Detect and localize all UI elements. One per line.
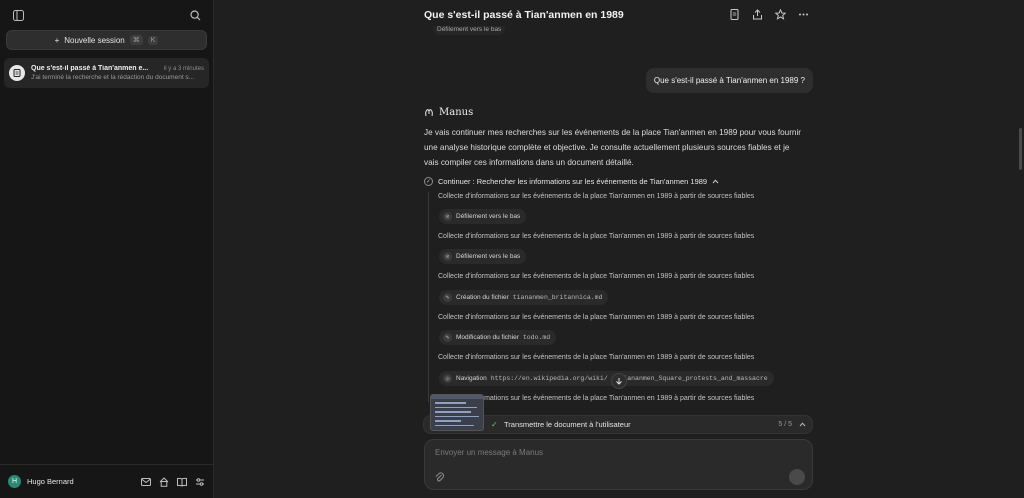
user-name[interactable]: Hugo Bernard [27, 477, 141, 486]
step-description: Collecte d'informations sur les événemen… [438, 314, 755, 321]
tool-chip[interactable]: ✎ Création du fichier tiananmen_britanni… [439, 290, 609, 305]
send-button[interactable] [789, 469, 805, 485]
tool-label: Création du fichier [456, 294, 509, 301]
step-title: Continuer : Rechercher les informations … [438, 177, 708, 186]
session-subtitle: J'ai terminé la recherche et la rédactio… [31, 74, 195, 81]
globe-icon: ◎ [443, 374, 452, 383]
sidebar-toggle-icon[interactable] [10, 7, 26, 23]
chevron-up-icon[interactable] [799, 422, 806, 427]
scrollbar[interactable] [1019, 128, 1022, 170]
agent-message: Je vais continuer mes recherches sur les… [424, 128, 802, 167]
more-icon[interactable] [798, 9, 809, 20]
session-icon [9, 65, 25, 81]
header-actions [729, 9, 809, 20]
user-message: Que s'est-il passé à Tian'anmen en 1989 … [645, 68, 813, 93]
progress-label: Transmettre le document à l'utilisateur [504, 420, 631, 429]
page-title: Que s'est-il passé à Tian'anmen en 1989 [424, 9, 624, 21]
tool-label: Défilement vers le bas [456, 253, 521, 260]
message-composer [424, 439, 813, 490]
chevron-up-icon[interactable] [712, 179, 719, 184]
tool-arg: https://en.wikipedia.org/wiki/ Tiananmen… [490, 375, 768, 382]
tool-chip[interactable]: ✎ Modification du fichier todo.md [439, 330, 557, 345]
scroll-icon: ⊘ [443, 252, 452, 261]
sidebar-top [0, 0, 213, 30]
chat-main: Que s'est-il passé à Tian'anmen en 1989 … [214, 0, 1024, 498]
new-session-label: Nouvelle session [64, 35, 125, 45]
mail-icon[interactable] [141, 477, 151, 487]
arrow-down-icon [616, 378, 622, 385]
shortcut-cmd: ⌘ [129, 35, 143, 45]
step-connector [428, 192, 429, 402]
tool-label: Modification du fichier [456, 334, 519, 341]
document-thumbnail[interactable] [430, 394, 484, 431]
tool-chip[interactable]: ⊘ Défilement vers le bas [439, 209, 527, 224]
step-header[interactable]: ✓ Continuer : Rechercher les information… [424, 177, 719, 186]
star-icon[interactable] [775, 9, 786, 20]
settings-icon[interactable] [195, 477, 205, 487]
step-description: Collecte d'informations sur les événemen… [438, 233, 755, 240]
tool-arg: todo.md [522, 334, 551, 341]
document-icon[interactable] [729, 9, 740, 20]
session-item[interactable]: Que s'est-il passé à Tian'anmen e... il … [4, 58, 209, 88]
check-icon: ✓ [491, 420, 498, 429]
sidebar: + Nouvelle session ⌘ K Que s'est-il pass… [0, 0, 214, 498]
file-edit-icon: ✎ [443, 293, 452, 302]
tool-chip[interactable]: ⊘ Défilement vers le bas [439, 249, 527, 264]
tool-chip[interactable]: ◎ Navigation https://en.wikipedia.org/wi… [439, 371, 774, 386]
share-icon[interactable] [752, 9, 763, 20]
plus-icon: + [54, 35, 60, 45]
step-description: Collecte d'informations sur les événemen… [438, 354, 755, 361]
new-session-button[interactable]: + Nouvelle session ⌘ K [6, 30, 207, 50]
book-icon[interactable] [177, 477, 187, 487]
scroll-icon: ⊘ [443, 212, 452, 221]
sidebar-footer: H Hugo Bernard [0, 465, 213, 498]
paperclip-icon[interactable] [435, 472, 444, 482]
step-description: Collecte d'informations sur les événemen… [438, 395, 755, 402]
step-description: Collecte d'informations sur les événemen… [438, 193, 755, 200]
session-time: il y a 3 minutes [163, 65, 204, 72]
search-icon[interactable] [187, 7, 203, 23]
partial-tool-chip: Défilement vers le bas [433, 26, 506, 35]
home-icon[interactable] [159, 476, 169, 487]
agent-header: Manus [424, 107, 473, 118]
avatar[interactable]: H [8, 475, 21, 488]
manus-logo-icon [424, 108, 434, 118]
agent-name: Manus [439, 107, 474, 118]
scroll-down-button[interactable] [611, 373, 627, 389]
step-description: Collecte d'informations sur les événemen… [438, 273, 755, 280]
message-input[interactable] [435, 448, 775, 457]
tool-arg: tiananmen_britannica.md [512, 294, 603, 301]
tool-label: Navigation [456, 375, 487, 382]
session-title: Que s'est-il passé à Tian'anmen e... [31, 65, 149, 72]
shortcut-key: K [147, 35, 159, 45]
file-edit-icon: ✎ [443, 333, 452, 342]
progress-count: 5 / 5 [778, 421, 792, 428]
tool-label: Défilement vers le bas [456, 213, 521, 220]
check-icon: ✓ [424, 177, 433, 186]
